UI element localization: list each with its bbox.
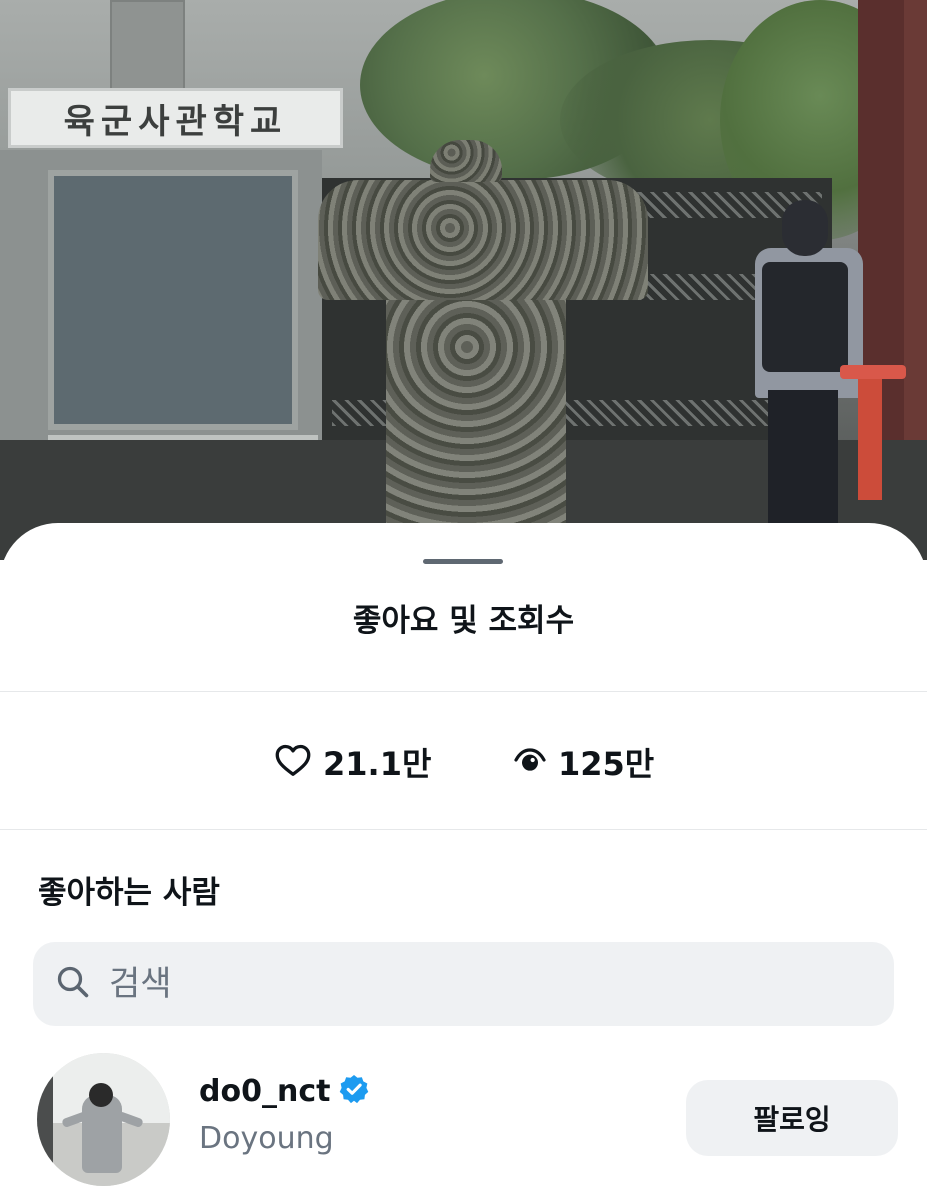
eye-icon (514, 745, 546, 779)
photo-soldier (318, 140, 648, 560)
photo-sign: 육군사관학교 (8, 88, 343, 148)
divider (0, 829, 927, 830)
views-stat: 125만 (514, 737, 654, 787)
liker-list-item[interactable]: do0_nct Doyoung 팔로잉 (0, 1051, 927, 1191)
likes-count: 21.1만 (323, 745, 432, 783)
heart-outline-icon (275, 743, 311, 781)
stats-row: 21.1만 125만 (0, 737, 927, 787)
likers-search-bar[interactable] (33, 942, 894, 1026)
likes-views-sheet: 좋아요 및 조회수 21.1만 125만 좋아하는 사람 검색 do0_nct … (0, 523, 927, 1200)
search-icon (55, 964, 91, 1004)
likers-section-title: 좋아하는 사람 (38, 875, 220, 911)
following-button[interactable]: 팔로잉 (686, 1080, 898, 1156)
user-handle-row: do0_nct (199, 1073, 370, 1109)
avatar[interactable] (37, 1053, 170, 1186)
likes-stat: 21.1만 (275, 737, 431, 787)
sheet-drag-handle[interactable] (423, 559, 503, 564)
user-handle[interactable]: do0_nct (199, 1074, 330, 1109)
verified-badge-icon (338, 1073, 370, 1109)
search-input[interactable] (109, 954, 809, 1014)
sheet-title: 좋아요 및 조회수 (352, 603, 575, 639)
photo-barrier-post (858, 375, 882, 500)
divider (0, 691, 927, 692)
photo-tower (110, 0, 185, 95)
post-photo-background: 육군사관학교 (0, 0, 927, 560)
views-count: 125만 (558, 745, 655, 783)
user-display-name: Doyoung (199, 1121, 334, 1156)
